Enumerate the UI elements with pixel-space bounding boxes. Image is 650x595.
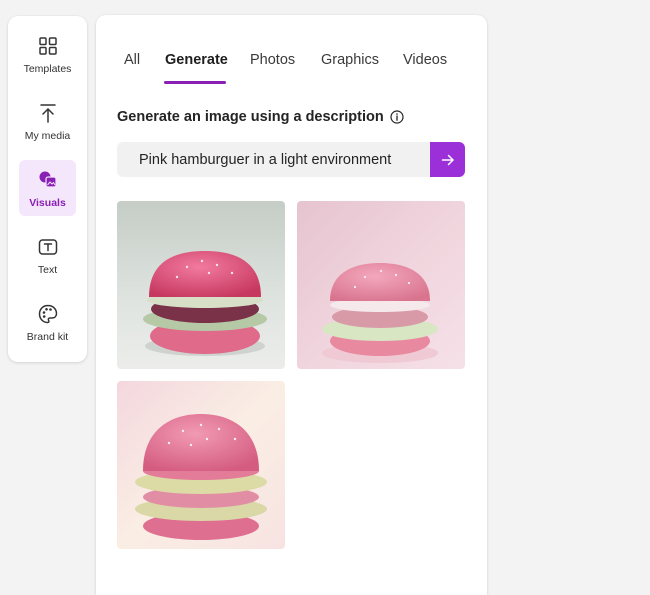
tab-all[interactable]: All [124,52,140,68]
generated-image[interactable] [297,201,465,369]
upload-icon [39,104,56,123]
tab-generate[interactable]: Generate [165,52,228,68]
rail-item-my-media[interactable]: My media [19,93,76,149]
rail-item-label: Brand kit [26,331,69,343]
visuals-icon [39,171,57,188]
active-tab-indicator [164,81,226,84]
tab-videos[interactable]: Videos [403,52,447,68]
rail-item-visuals[interactable]: Visuals [19,160,76,216]
burger-image [117,381,285,549]
rail-item-brand-kit[interactable]: Brand kit [19,294,76,350]
templates-icon [38,37,57,55]
rail-item-templates[interactable]: Templates [19,26,76,82]
generate-heading-text: Generate an image using a description [117,109,384,125]
palette-icon [38,304,57,324]
generate-heading: Generate an image using a description [117,109,404,125]
generated-image[interactable] [117,201,285,369]
burger-image [117,201,285,369]
prompt-input[interactable] [117,142,429,177]
rail-item-label: My media [24,130,71,142]
rail-item-text[interactable]: Text [19,227,76,283]
text-icon [38,239,57,255]
info-icon[interactable] [390,110,404,124]
prompt-field [117,142,430,177]
burger-image [297,201,465,369]
rail-item-label: Templates [23,63,72,75]
rail-item-label: Visuals [29,197,66,209]
arrow-right-icon [441,154,454,165]
rail-item-label: Text [37,264,58,276]
left-rail: Templates My media Visuals Text Brand ki… [8,16,87,362]
tab-photos[interactable]: Photos [250,52,295,68]
generated-image[interactable] [117,381,285,549]
visuals-panel: All Generate Photos Graphics Videos Gene… [96,15,487,595]
generate-submit-button[interactable] [430,142,465,177]
tab-graphics[interactable]: Graphics [321,52,379,68]
tab-bar: All Generate Photos Graphics Videos [96,15,487,85]
